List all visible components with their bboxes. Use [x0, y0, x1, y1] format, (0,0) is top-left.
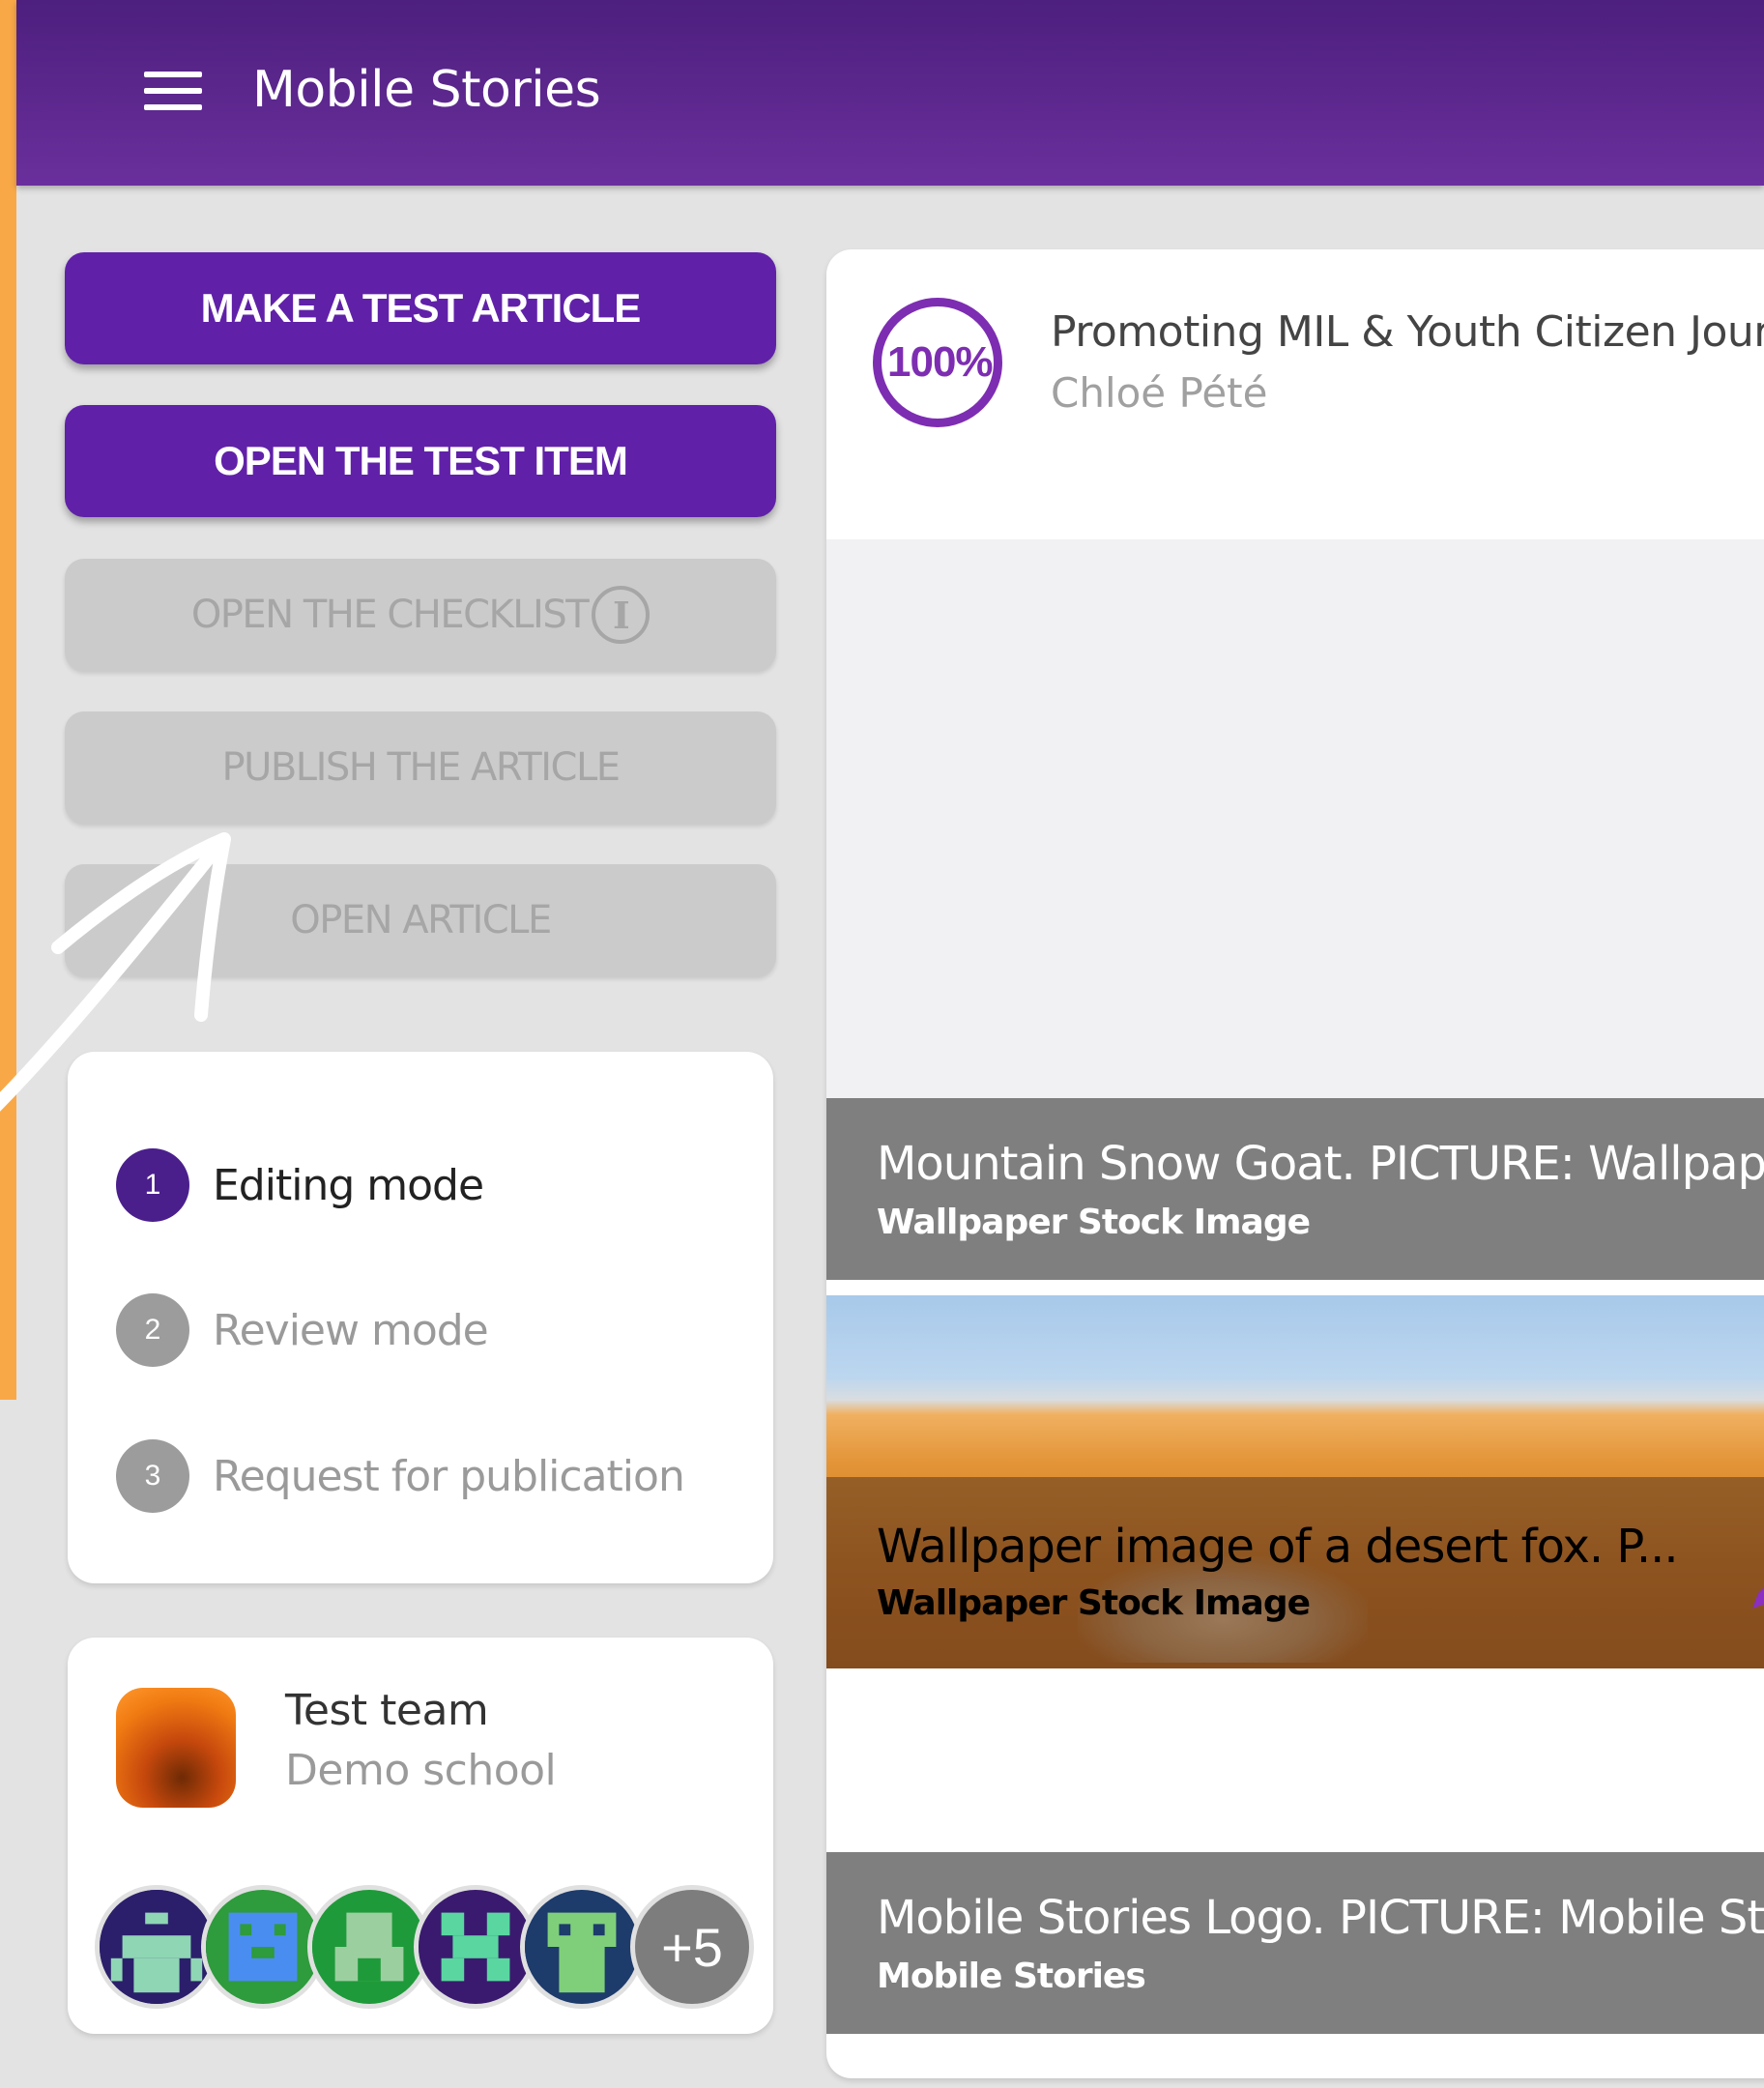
open-test-item-button[interactable]: OPEN THE TEST ITEM — [65, 405, 776, 517]
info-icon[interactable]: i — [592, 586, 651, 644]
app-title: Mobile Stories — [252, 61, 601, 119]
step-editing-mode: 1 Editing mode — [116, 1148, 484, 1222]
desert-fox-image[interactable]: Wallpaper image of a desert fox. P... Wa… — [826, 1295, 1764, 1668]
media-caption-title: Mobile Stories Logo. PICTURE: Mobile St — [877, 1891, 1764, 1945]
media-caption-title: Mountain Snow Goat. PICTURE: Wallpap — [877, 1137, 1764, 1191]
article-author: Chloé Pété — [1051, 369, 1268, 417]
more-members-badge[interactable]: +5 — [630, 1885, 754, 2009]
media-caption-bar[interactable]: Mobile Stories Logo. PICTURE: Mobile St … — [826, 1852, 1764, 2034]
menu-icon[interactable] — [136, 66, 210, 116]
open-article-button[interactable]: OPEN ARTICLE — [65, 864, 776, 976]
step-request-publication: 3 Request for publication — [116, 1439, 685, 1513]
logo-image-placeholder[interactable] — [826, 1668, 1764, 1852]
media-caption-title: Wallpaper image of a desert fox. P... — [877, 1520, 1679, 1574]
make-test-article-button[interactable]: MAKE A TEST ARTICLE — [65, 252, 776, 364]
pencil-icon[interactable] — [1745, 1545, 1764, 1612]
open-checklist-label: OPEN THE CHECKLIST — [190, 593, 590, 637]
team-avatar — [116, 1688, 236, 1808]
step-review-mode: 2 Review mode — [116, 1293, 489, 1367]
member-avatar[interactable] — [307, 1885, 431, 2009]
media-caption-credit: Mobile Stories — [877, 1957, 1146, 1996]
media-caption-bar[interactable]: Mountain Snow Goat. PICTURE: Wallpap Wal… — [826, 1098, 1764, 1280]
step-label: Review mode — [213, 1305, 489, 1355]
media-caption-credit: Wallpaper Stock Image — [877, 1583, 1311, 1623]
member-avatar[interactable] — [520, 1885, 644, 2009]
team-school: Demo school — [285, 1746, 557, 1795]
step-label: Request for publication — [213, 1451, 685, 1501]
team-name: Test team — [285, 1686, 489, 1735]
publish-article-button[interactable]: PUBLISH THE ARTICLE — [65, 711, 776, 824]
article-card[interactable]: 100% Promoting MIL & Youth Citizen Journ… — [826, 249, 1764, 2078]
member-avatar[interactable] — [201, 1885, 325, 2009]
step-label: Editing mode — [213, 1160, 484, 1210]
article-title[interactable]: Promoting MIL & Youth Citizen Journa — [1051, 307, 1764, 357]
open-checklist-button[interactable]: OPEN THE CHECKLIST i — [65, 559, 776, 671]
progress-value: 100% — [887, 338, 994, 386]
app-bar: Mobile Stories — [16, 0, 1764, 186]
progress-ring: 100% — [873, 298, 1002, 427]
step-number: 1 — [116, 1148, 189, 1222]
orange-side-strip — [0, 0, 16, 1400]
media-image-placeholder[interactable] — [826, 539, 1764, 1098]
member-avatar[interactable] — [95, 1885, 218, 2009]
member-avatar[interactable] — [414, 1885, 537, 2009]
media-caption-credit: Wallpaper Stock Image — [877, 1203, 1311, 1242]
step-number: 2 — [116, 1293, 189, 1367]
media-caption-bar: Wallpaper image of a desert fox. P... Wa… — [826, 1477, 1764, 1668]
step-number: 3 — [116, 1439, 189, 1513]
workflow-steps-card: 1 Editing mode 2 Review mode 3 Request f… — [68, 1052, 773, 1583]
team-card[interactable]: Test team Demo school +5 — [68, 1638, 773, 2034]
